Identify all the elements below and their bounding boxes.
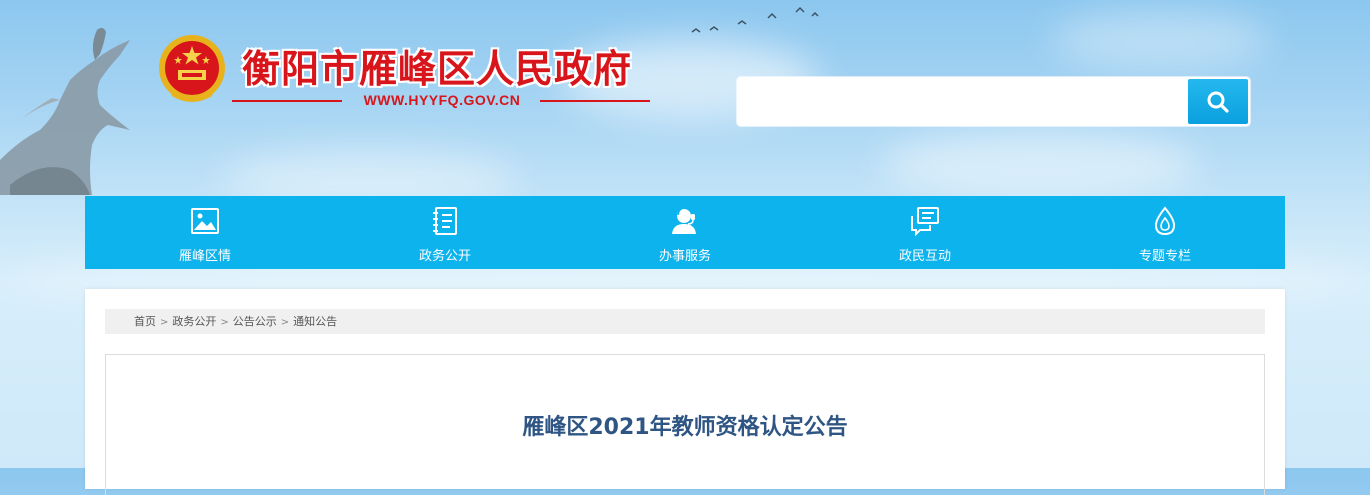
breadcrumb-government-affairs-link[interactable]: 政务公开 bbox=[172, 315, 216, 328]
sky-cloud bbox=[1050, 10, 1270, 70]
picture-icon bbox=[191, 208, 219, 234]
document-icon bbox=[433, 207, 457, 235]
divider-line bbox=[540, 100, 650, 102]
nav-label: 专题专栏 bbox=[1138, 249, 1191, 264]
main-nav: 雁峰区情 政务公开 办事服务 政民互动 专题专栏 bbox=[85, 196, 1285, 269]
person-service-icon bbox=[672, 207, 696, 234]
nav-item-interaction[interactable]: 政民互动 bbox=[805, 196, 1045, 269]
article-title: 雁峰区2021年教师资格认定公告 bbox=[522, 415, 848, 440]
search-input[interactable] bbox=[737, 77, 1185, 126]
national-emblem-icon bbox=[159, 35, 225, 102]
nav-label: 雁峰区情 bbox=[178, 249, 231, 264]
nav-item-services[interactable]: 办事服务 bbox=[565, 196, 805, 269]
birds-decoration bbox=[691, 6, 819, 33]
breadcrumb-separator: > bbox=[280, 317, 290, 328]
site-url: WWW.HYYFQ.GOV.CN bbox=[363, 92, 521, 108]
breadcrumb-announcements-link[interactable]: 公告公示 bbox=[233, 315, 277, 328]
nav-item-government-affairs[interactable]: 政务公开 bbox=[325, 196, 565, 269]
site-title: 衡阳市雁峰区人民政府 bbox=[242, 47, 633, 91]
breadcrumb-separator: > bbox=[160, 317, 169, 328]
breadcrumb: 首页 > 政务公开 > 公告公示 > 通知公告 bbox=[105, 309, 1265, 334]
goose-statue-image bbox=[0, 27, 130, 195]
sky-cloud bbox=[880, 130, 1200, 200]
nav-item-district-info[interactable]: 雁峰区情 bbox=[85, 196, 325, 269]
content-panel: 首页 > 政务公开 > 公告公示 > 通知公告 雁峰区2021年教师资格认定公告 bbox=[85, 289, 1285, 495]
breadcrumb-notices-link[interactable]: 通知公告 bbox=[293, 315, 337, 328]
drop-icon bbox=[1154, 206, 1176, 236]
article-box: 雁峰区2021年教师资格认定公告 bbox=[105, 354, 1265, 495]
search-button[interactable] bbox=[1188, 79, 1248, 124]
divider-line bbox=[232, 100, 342, 102]
search-box bbox=[737, 77, 1250, 126]
nav-label: 办事服务 bbox=[658, 249, 711, 264]
breadcrumb-home-link[interactable]: 首页 bbox=[134, 315, 156, 328]
nav-label: 政务公开 bbox=[418, 249, 471, 264]
breadcrumb-separator: > bbox=[220, 317, 229, 328]
nav-label: 政民互动 bbox=[898, 249, 951, 264]
message-icon bbox=[911, 207, 939, 237]
nav-item-special-topics[interactable]: 专题专栏 bbox=[1045, 196, 1285, 269]
search-icon bbox=[1207, 91, 1229, 113]
